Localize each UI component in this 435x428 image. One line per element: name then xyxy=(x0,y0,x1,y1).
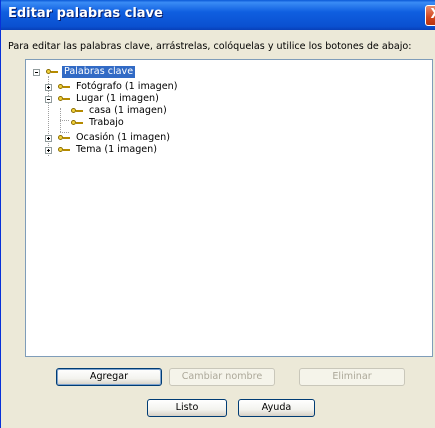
expand-icon[interactable] xyxy=(45,146,52,154)
expand-icon[interactable] xyxy=(45,134,52,142)
window-title: Editar palabras clave xyxy=(8,6,163,21)
tree-item-ocasion[interactable]: Ocasión (1 imagen) xyxy=(45,132,172,144)
key-icon xyxy=(71,107,83,115)
tree-item-trabajo[interactable]: Trabajo xyxy=(71,117,126,129)
tree-root[interactable]: Palabras clave xyxy=(33,66,136,78)
tree-connector xyxy=(60,120,69,121)
tree-label: Palabras clave xyxy=(62,66,136,78)
tree-label: Ocasión (1 imagen) xyxy=(76,132,170,143)
help-button[interactable]: Ayuda xyxy=(238,399,315,417)
tree-label: casa (1 imagen) xyxy=(89,105,167,116)
rename-button[interactable]: Cambiar nombre xyxy=(169,368,275,386)
edit-keywords-dialog: Editar palabras clave X Para editar las … xyxy=(0,0,435,428)
tree-item-fotografo[interactable]: Fotógrafo (1 imagen) xyxy=(45,81,180,93)
tree-label: Lugar (1 imagen) xyxy=(76,93,159,104)
key-icon xyxy=(58,95,70,103)
key-icon xyxy=(46,68,58,76)
tree-item-casa[interactable]: casa (1 imagen) xyxy=(71,105,169,117)
instructions-text: Para editar las palabras clave, arrástre… xyxy=(8,41,412,52)
key-icon xyxy=(58,83,70,91)
tree-label: Fotógrafo (1 imagen) xyxy=(76,81,178,92)
tree-item-lugar[interactable]: Lugar (1 imagen) xyxy=(45,93,161,105)
add-button[interactable]: Agregar xyxy=(56,368,162,386)
key-icon xyxy=(58,134,70,142)
keyword-tree[interactable]: Palabras clave Fotógrafo (1 imagen) Luga… xyxy=(25,59,433,357)
key-icon xyxy=(71,119,83,127)
close-icon[interactable]: X xyxy=(425,5,435,26)
collapse-icon[interactable] xyxy=(45,95,52,103)
key-icon xyxy=(58,146,70,154)
tree-item-tema[interactable]: Tema (1 imagen) xyxy=(45,144,159,156)
tree-label: Tema (1 imagen) xyxy=(76,144,158,155)
expand-icon[interactable] xyxy=(45,83,52,91)
done-button[interactable]: Listo xyxy=(147,399,227,417)
delete-button[interactable]: Eliminar xyxy=(299,368,405,386)
tree-label: Trabajo xyxy=(89,117,124,128)
title-bar[interactable]: Editar palabras clave X xyxy=(1,0,435,30)
collapse-icon[interactable] xyxy=(33,68,40,76)
